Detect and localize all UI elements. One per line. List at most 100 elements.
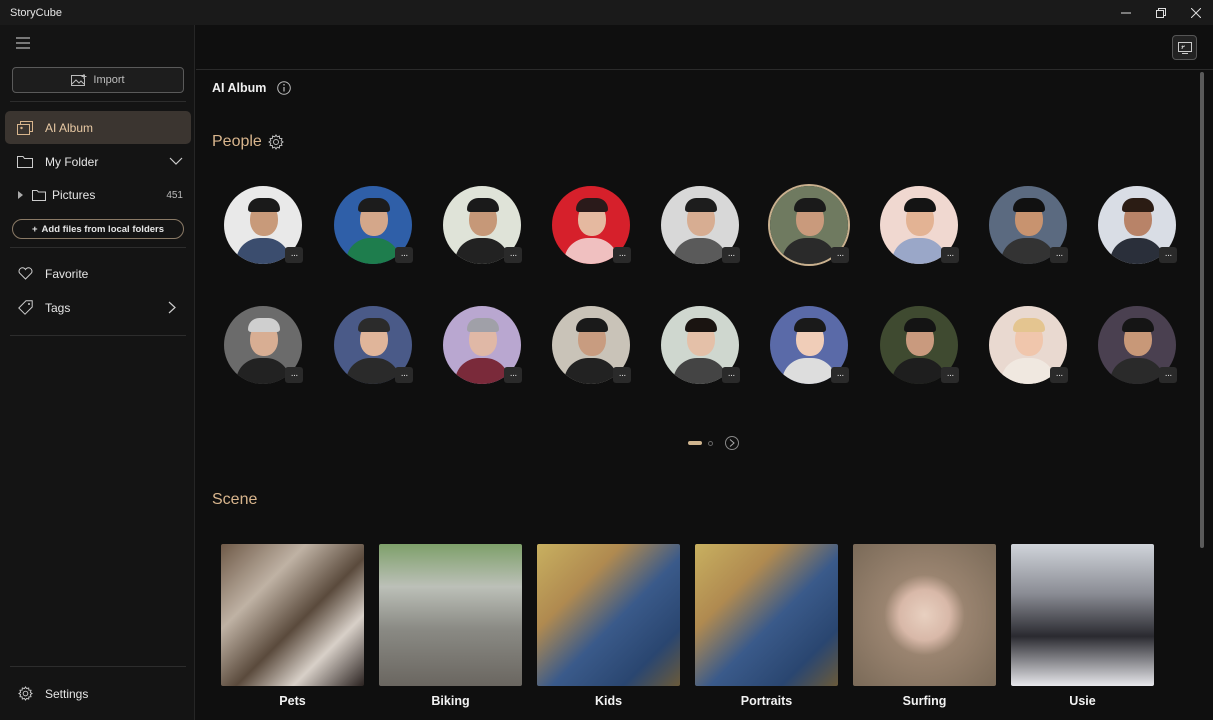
page-dot[interactable] bbox=[708, 440, 713, 446]
avatar-hair bbox=[248, 318, 280, 332]
info-icon[interactable] bbox=[277, 81, 291, 95]
scene-label: Pets bbox=[279, 694, 306, 708]
sidebar-item-tags[interactable]: Tags bbox=[5, 291, 191, 324]
sidebar-item-label: My Folder bbox=[45, 154, 99, 169]
avatar-hair bbox=[248, 198, 280, 212]
import-button[interactable]: Import bbox=[12, 67, 184, 93]
album-icon bbox=[17, 120, 33, 136]
more-options-button[interactable]: ··· bbox=[831, 367, 849, 383]
more-options-button[interactable]: ··· bbox=[613, 367, 631, 383]
hamburger-icon[interactable] bbox=[15, 35, 31, 49]
chevron-right-icon[interactable] bbox=[167, 301, 179, 314]
scene-tile-surfing[interactable] bbox=[853, 544, 996, 686]
avatar-hair bbox=[1122, 318, 1154, 332]
people-settings-gear-icon[interactable] bbox=[268, 134, 284, 150]
people-pager bbox=[688, 436, 739, 450]
avatar-hair bbox=[1013, 318, 1045, 332]
folder-label: Pictures bbox=[52, 188, 96, 202]
heart-icon bbox=[17, 266, 33, 282]
avatar-hair bbox=[904, 318, 936, 332]
more-options-button[interactable]: ··· bbox=[504, 247, 522, 263]
next-page-button[interactable] bbox=[725, 436, 739, 450]
sidebar-item-ai-album[interactable]: AI Album bbox=[5, 111, 191, 144]
sidebar-item-settings[interactable]: Settings bbox=[5, 677, 191, 710]
avatar-hair bbox=[467, 318, 499, 332]
scrollbar[interactable] bbox=[1200, 72, 1204, 548]
import-label: Import bbox=[93, 74, 125, 86]
sidebar-item-favorite[interactable]: Favorite bbox=[5, 257, 191, 290]
people-section-title: People bbox=[212, 133, 262, 150]
plus-icon: + bbox=[31, 223, 38, 235]
more-options-button[interactable]: ··· bbox=[395, 367, 413, 383]
chevron-right-icon bbox=[729, 439, 735, 447]
app-title: StoryCube bbox=[10, 6, 62, 19]
more-options-button[interactable]: ··· bbox=[285, 367, 303, 383]
more-options-button[interactable]: ··· bbox=[1050, 367, 1068, 383]
close-button[interactable] bbox=[1178, 0, 1213, 25]
more-options-button[interactable]: ··· bbox=[722, 247, 740, 263]
more-options-button[interactable]: ··· bbox=[722, 367, 740, 383]
scene-tile-portraits[interactable] bbox=[695, 544, 838, 686]
scene-label: Surfing bbox=[902, 694, 947, 708]
sidebar-item-label: Favorite bbox=[45, 266, 89, 281]
minimize-button[interactable] bbox=[1108, 0, 1143, 25]
folder-count: 451 bbox=[166, 189, 183, 201]
more-options-button[interactable]: ··· bbox=[613, 247, 631, 263]
more-options-button[interactable]: ··· bbox=[941, 247, 959, 263]
avatar-hair bbox=[576, 198, 608, 212]
more-options-button[interactable]: ··· bbox=[831, 247, 849, 263]
avatar-hair bbox=[904, 198, 936, 212]
avatar-hair bbox=[794, 198, 826, 212]
divider bbox=[10, 335, 186, 336]
add-files-button[interactable]: + Add files from local folders bbox=[12, 219, 184, 239]
restore-icon bbox=[1155, 7, 1166, 18]
gear-icon bbox=[17, 686, 33, 702]
scene-label: Portraits bbox=[740, 694, 793, 708]
avatar-hair bbox=[794, 318, 826, 332]
sidebar: Import AI Album My Folder Pictures 451 +… bbox=[0, 25, 195, 720]
sidebar-item-label: AI Album bbox=[45, 120, 94, 135]
folder-icon bbox=[32, 190, 46, 201]
more-options-button[interactable]: ··· bbox=[504, 367, 522, 383]
header-divider bbox=[196, 69, 1213, 70]
cast-button[interactable] bbox=[1172, 35, 1197, 60]
folder-item-pictures[interactable]: Pictures 451 bbox=[18, 185, 188, 205]
scene-label: Biking bbox=[431, 694, 470, 708]
sidebar-item-label: Settings bbox=[45, 686, 89, 701]
more-options-button[interactable]: ··· bbox=[285, 247, 303, 263]
avatar-hair bbox=[358, 318, 390, 332]
chevron-down-icon[interactable] bbox=[169, 155, 183, 167]
scene-tile-usie[interactable] bbox=[1011, 544, 1154, 686]
minimize-icon bbox=[1120, 12, 1131, 13]
page-title: AI Album bbox=[212, 81, 267, 95]
add-files-label: Add files from local folders bbox=[41, 223, 165, 235]
avatar-hair bbox=[576, 318, 608, 332]
cast-icon bbox=[1177, 41, 1192, 54]
avatar-hair bbox=[685, 198, 717, 212]
divider bbox=[10, 666, 186, 667]
window-controls bbox=[1108, 0, 1213, 25]
folder-icon bbox=[17, 154, 33, 170]
more-options-button[interactable]: ··· bbox=[1050, 247, 1068, 263]
avatar-hair bbox=[685, 318, 717, 332]
scene-tile-pets[interactable] bbox=[221, 544, 364, 686]
scene-tile-biking[interactable] bbox=[379, 544, 522, 686]
caret-right-icon[interactable] bbox=[18, 191, 24, 199]
scene-tile-kids[interactable] bbox=[537, 544, 680, 686]
scene-label: Kids bbox=[594, 694, 623, 708]
page-dot-active[interactable] bbox=[688, 441, 702, 445]
avatar-hair bbox=[1013, 198, 1045, 212]
restore-button[interactable] bbox=[1143, 0, 1178, 25]
avatar-hair bbox=[467, 198, 499, 212]
avatar-hair bbox=[358, 198, 390, 212]
sidebar-item-label: Tags bbox=[45, 300, 71, 315]
more-options-button[interactable]: ··· bbox=[395, 247, 413, 263]
avatar-hair bbox=[1122, 198, 1154, 212]
sidebar-item-my-folder[interactable]: My Folder bbox=[5, 145, 191, 178]
scene-section-title: Scene bbox=[212, 491, 258, 508]
tag-icon bbox=[17, 300, 33, 316]
more-options-button[interactable]: ··· bbox=[1159, 247, 1177, 263]
more-options-button[interactable]: ··· bbox=[1159, 367, 1177, 383]
title-bar: StoryCube bbox=[0, 0, 1213, 25]
more-options-button[interactable]: ··· bbox=[941, 367, 959, 383]
